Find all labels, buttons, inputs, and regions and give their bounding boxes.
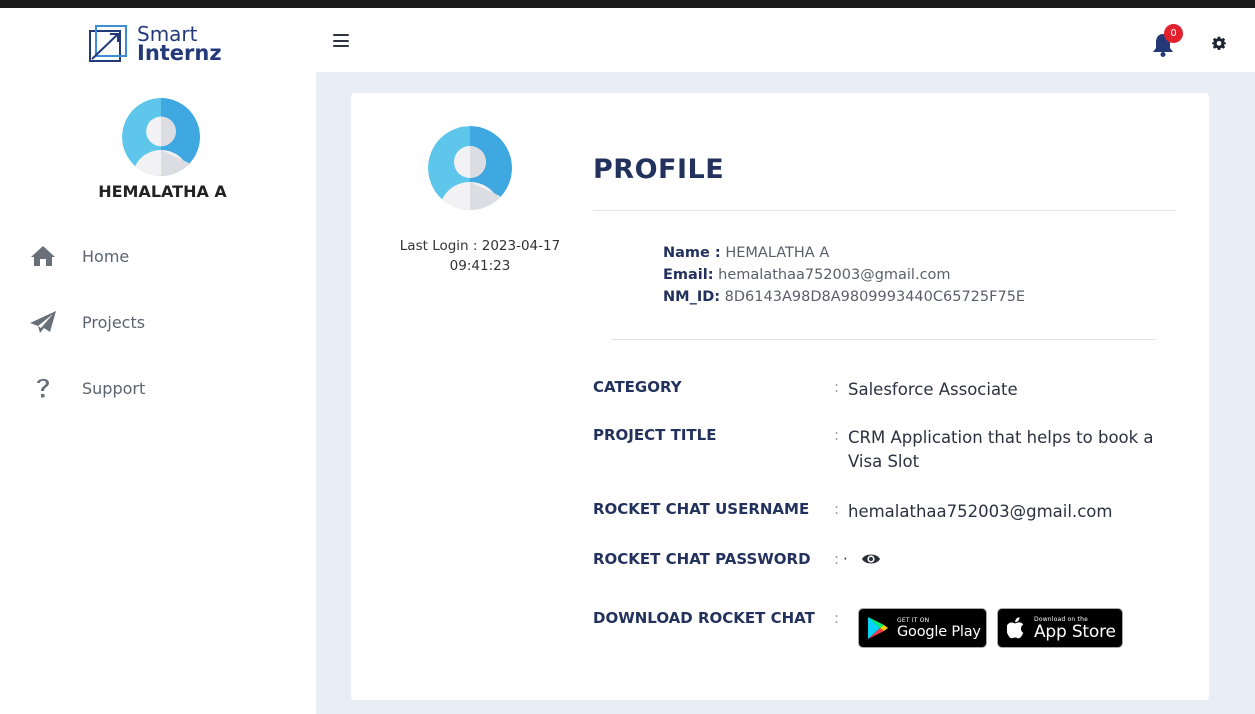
rocket-chat-username-value: hemalathaa752003@gmail.com	[848, 502, 1113, 521]
sidebar-item-support[interactable]: Support	[26, 372, 145, 404]
password-value: ·	[843, 550, 848, 568]
gear-icon	[1212, 36, 1226, 50]
brand-line-2: Internz	[137, 41, 222, 65]
app-store-button[interactable]: Download on the App Store	[997, 608, 1123, 648]
sidebar-item-home[interactable]: Home	[26, 240, 129, 272]
colon: :	[834, 426, 840, 444]
divider	[611, 339, 1156, 340]
logo-icon	[89, 25, 127, 62]
sidebar-item-label: Home	[82, 246, 130, 266]
menu-toggle-icon[interactable]	[333, 34, 349, 48]
eye-icon[interactable]	[861, 552, 881, 570]
google-play-icon	[868, 617, 888, 639]
rocket-chat-username-label: ROCKET CHAT USERNAME	[593, 500, 810, 518]
page-title: PROFILE	[593, 154, 725, 185]
name-label: Name :	[663, 245, 721, 261]
sidebar-avatar	[122, 98, 200, 176]
top-border	[0, 0, 1255, 8]
project-title-value: CRM Application that helps to book a Vis…	[848, 428, 1154, 471]
user-avatar-icon	[428, 126, 512, 210]
user-avatar-icon	[122, 98, 200, 176]
email-label: Email:	[663, 267, 714, 283]
last-login-text: Last Login : 2023-04-17 09:41:23	[399, 238, 561, 274]
colon: :	[834, 609, 840, 627]
sidebar-item-projects[interactable]: Projects	[26, 306, 145, 338]
sidebar-user-name: HEMALATHA A	[98, 182, 227, 201]
google-play-small-text: GET IT ON	[897, 616, 930, 624]
top-header: 0	[316, 8, 1255, 72]
profile-avatar	[428, 126, 512, 210]
sidebar-item-label: Projects	[82, 312, 146, 332]
category-value: Salesforce Associate	[848, 380, 1018, 399]
download-rocket-chat-label: DOWNLOAD ROCKET CHAT	[593, 609, 815, 627]
app-store-big-text: App Store	[1034, 621, 1116, 642]
notifications-button[interactable]: 0	[1152, 24, 1183, 58]
nmid-value: 8D6143A98D8A9809993440C65725F75E	[724, 289, 1026, 305]
category-label: CATEGORY	[593, 378, 682, 396]
brand-logo[interactable]: Smart Internz	[88, 24, 222, 64]
settings-button[interactable]	[1212, 35, 1230, 53]
sidebar: Smart Internz HEMALATHA A Home Projects	[0, 8, 316, 714]
nmid-label: NM_ID:	[663, 289, 721, 305]
notification-badge: 0	[1164, 24, 1183, 43]
colon: :	[834, 378, 840, 396]
colon: :	[834, 550, 840, 568]
google-play-button[interactable]: GET IT ON Google Play	[858, 608, 987, 648]
email-value: hemalathaa752003@gmail.com	[718, 267, 951, 283]
google-play-big-text: Google Play	[897, 623, 981, 640]
apple-icon	[1007, 617, 1024, 639]
paper-plane-icon	[26, 309, 60, 335]
divider	[593, 210, 1175, 211]
question-icon	[26, 375, 60, 401]
home-icon	[26, 243, 60, 269]
rocket-chat-password-label: ROCKET CHAT PASSWORD	[593, 550, 811, 568]
sidebar-item-label: Support	[82, 378, 146, 398]
name-value: HEMALATHA A	[725, 245, 830, 261]
profile-info: Name : HEMALATHA A Email: hemalathaa7520…	[663, 242, 1025, 308]
colon: :	[834, 500, 840, 518]
project-title-label: PROJECT TITLE	[593, 426, 717, 444]
